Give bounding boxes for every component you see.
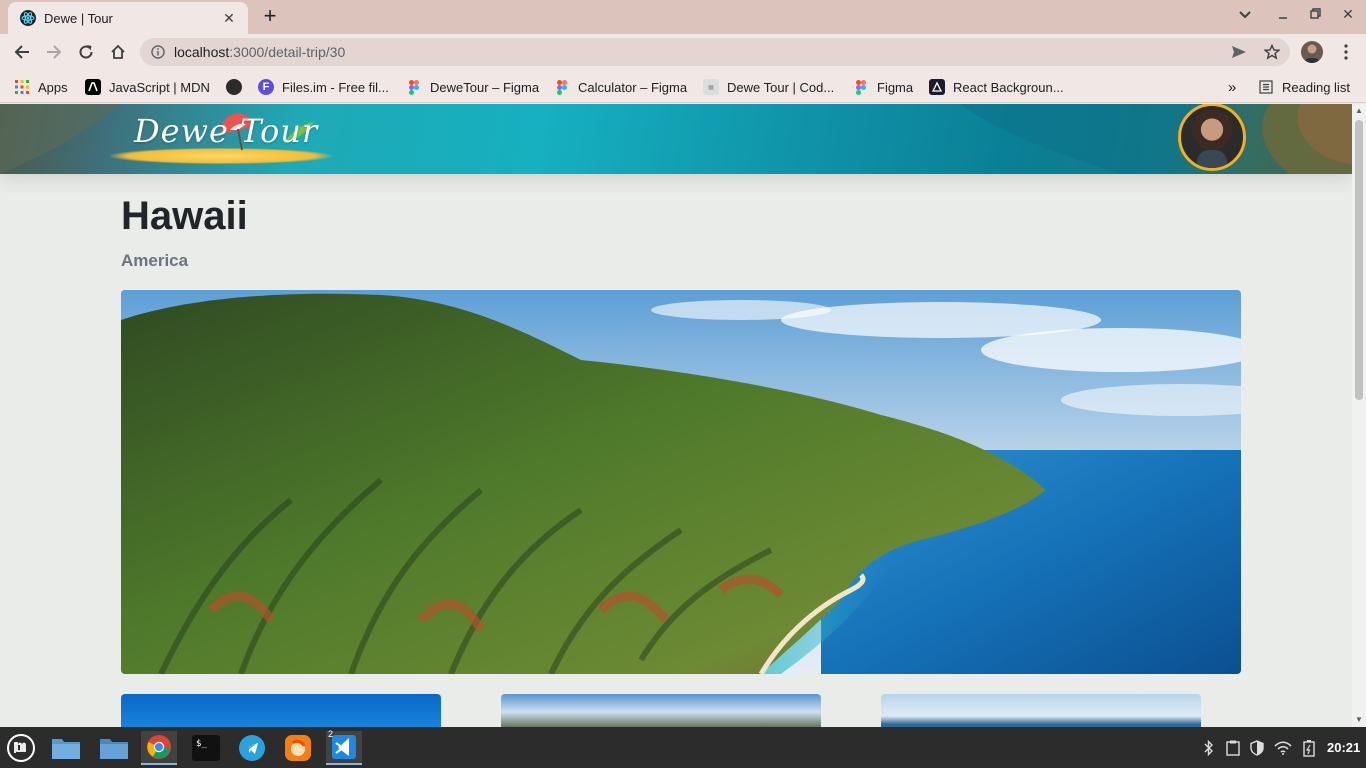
figma-icon	[853, 79, 869, 95]
terminal-icon[interactable]: $_	[188, 731, 224, 765]
profile-avatar-icon[interactable]	[1301, 41, 1323, 63]
react-icon	[929, 79, 945, 95]
tab-search-chevron-icon[interactable]	[1233, 6, 1257, 22]
new-tab-button[interactable]: +	[256, 4, 284, 30]
telegram-icon[interactable]	[234, 731, 270, 765]
file-manager-icon[interactable]	[48, 731, 84, 765]
reading-list-button[interactable]: Reading list	[1258, 77, 1350, 97]
os-taskbar: $_ 2 20:21	[0, 727, 1366, 768]
react-favicon-icon	[20, 10, 36, 26]
tab-title: Dewe | Tour	[44, 10, 113, 26]
address-bar[interactable]: localhost:3000/detail-trip/30	[140, 38, 1290, 66]
battery-icon[interactable]	[1300, 739, 1318, 757]
url-host: localhost	[174, 44, 230, 60]
bluetooth-icon[interactable]	[1200, 739, 1218, 757]
bookmarks-overflow-button[interactable]: »	[1228, 77, 1236, 97]
shield-icon[interactable]	[1248, 739, 1266, 757]
close-window-icon[interactable]: ✕	[1336, 6, 1360, 23]
wifi-icon[interactable]	[1274, 739, 1292, 757]
bookmark-label: Files.im - Free fil...	[282, 79, 389, 95]
trip-hero-image	[121, 290, 1241, 674]
trip-title: Hawaii	[121, 194, 248, 238]
svg-text:$_: $_	[196, 739, 207, 749]
url-path: :3000/detail-trip/30	[229, 44, 346, 60]
mdn-icon	[85, 79, 101, 95]
files-im-icon: F	[258, 79, 274, 95]
trip-country: America	[121, 251, 189, 270]
back-arrow-icon[interactable]	[9, 40, 35, 64]
folder-icon[interactable]	[96, 731, 132, 765]
bookmark-label: DeweTour – Figma	[430, 79, 540, 95]
url-text: localhost:3000/detail-trip/30	[174, 44, 345, 60]
bookmark-react-background[interactable]: React Backgroun...	[929, 77, 1064, 97]
gallery-thumbnail[interactable]	[881, 694, 1201, 727]
reading-list-icon	[1258, 79, 1274, 95]
page-viewport: Dewe Tour Hawaii America	[0, 104, 1352, 727]
apps-grid-icon	[14, 79, 30, 95]
codesign-icon: ▦	[703, 79, 719, 95]
browser-toolbar: localhost:3000/detail-trip/30	[0, 34, 1366, 70]
scroll-down-arrow-icon[interactable]: ▼	[1355, 715, 1363, 724]
figma-icon	[554, 79, 570, 95]
bookmark-files-im[interactable]: F Files.im - Free fil...	[258, 77, 389, 97]
firefox-icon[interactable]	[280, 731, 316, 765]
tab-close-icon[interactable]: ✕	[220, 10, 238, 27]
reload-icon[interactable]	[73, 40, 99, 64]
user-avatar[interactable]	[1178, 104, 1246, 171]
page-scrollbar[interactable]: ▲ ▼	[1352, 104, 1366, 727]
bookmark-calculator-figma[interactable]: Calculator – Figma	[554, 77, 687, 97]
site-header: Dewe Tour	[0, 104, 1352, 174]
clipboard-icon[interactable]	[1224, 739, 1242, 757]
bookmark-label: React Backgroun...	[953, 79, 1064, 95]
bookmark-label: Apps	[38, 79, 68, 95]
forward-arrow-icon[interactable]	[41, 40, 67, 64]
browser-tab-active[interactable]: Dewe | Tour ✕	[8, 2, 248, 34]
bookmark-label: Calculator – Figma	[578, 79, 688, 95]
bookmark-label: Figma	[877, 79, 914, 95]
site-logo[interactable]: Dewe Tour	[110, 106, 332, 166]
send-tab-icon[interactable]	[1229, 42, 1249, 62]
taskbar-clock[interactable]: 20:21	[1327, 740, 1360, 755]
restore-icon[interactable]	[1303, 6, 1327, 22]
minimize-icon[interactable]	[1271, 6, 1295, 22]
bookmark-dewe-tour-code[interactable]: ▦ Dewe Tour | Cod...	[703, 77, 834, 97]
logo-text: Dewe Tour	[134, 112, 319, 150]
bookmark-figma[interactable]: Figma	[853, 77, 913, 97]
bookmark-apps[interactable]: Apps	[14, 77, 68, 97]
bookmark-label: Dewe Tour | Cod...	[727, 79, 835, 95]
scrollbar-thumb[interactable]	[1355, 120, 1363, 400]
bookmarks-bar: Apps JavaScript | MDN F Files.im - Free …	[0, 70, 1366, 103]
browser-tab-strip: Dewe | Tour ✕ + ✕	[0, 0, 1366, 34]
bookmark-mdn[interactable]: JavaScript | MDN	[85, 77, 210, 97]
site-info-icon[interactable]	[150, 44, 166, 60]
bookmark-star-icon[interactable]	[1262, 42, 1282, 62]
gallery-thumbnail[interactable]	[501, 694, 821, 727]
chrome-icon[interactable]	[141, 731, 177, 765]
circle-dark-icon	[226, 79, 242, 95]
hawaii-coastline-illustration	[121, 290, 1241, 674]
bookmark-dewetour-figma[interactable]: DeweTour – Figma	[406, 77, 539, 97]
bookmark-circle[interactable]	[226, 77, 250, 97]
vscode-window-count: 2	[328, 729, 334, 739]
bookmark-label: JavaScript | MDN	[109, 79, 210, 95]
home-icon[interactable]	[105, 40, 131, 64]
reading-list-label: Reading list	[1282, 79, 1350, 95]
gallery-thumbnail[interactable]	[121, 694, 441, 727]
kebab-menu-icon[interactable]	[1336, 42, 1356, 62]
mint-menu-icon[interactable]	[3, 731, 39, 765]
scroll-up-arrow-icon[interactable]: ▲	[1355, 106, 1363, 115]
figma-icon	[406, 79, 422, 95]
